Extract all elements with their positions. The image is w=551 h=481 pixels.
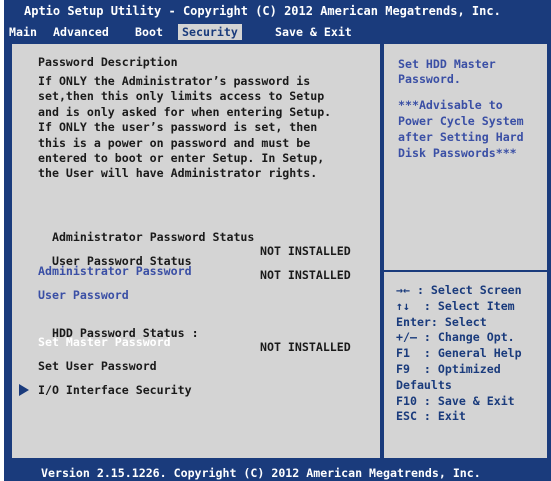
description-body: If ONLY the Administrator’s password is … <box>38 74 332 181</box>
tab-main[interactable]: Main <box>9 25 37 39</box>
administrator-password-item[interactable]: Administrator Password <box>38 264 192 278</box>
set-master-password-item[interactable]: Set Master Password <box>38 335 171 349</box>
menu-bar: Main Advanced Boot Security Save & Exit <box>4 24 551 40</box>
tab-save-exit[interactable]: Save & Exit <box>275 25 352 39</box>
app-title: Aptio Setup Utility - Copyright (C) 2012… <box>4 0 551 24</box>
hdd-password-status-value: NOT INSTALLED <box>260 340 351 354</box>
tab-security[interactable]: Security <box>178 24 242 40</box>
user-password-item[interactable]: User Password <box>38 288 129 302</box>
tab-boot[interactable]: Boot <box>135 25 163 39</box>
tab-advanced[interactable]: Advanced <box>53 25 109 39</box>
set-user-password-item[interactable]: Set User Password <box>38 359 157 373</box>
admin-password-status-value: NOT INSTALLED <box>260 244 351 258</box>
help-advisory: ***Advisable to Power Cycle System after… <box>398 98 524 160</box>
help-text: Set HDD Master Password. <box>398 57 496 86</box>
io-interface-security-item[interactable]: I/O Interface Security <box>38 383 192 397</box>
submenu-arrow-icon <box>19 384 29 396</box>
description-title: Password Description <box>38 55 178 69</box>
user-password-status-value: NOT INSTALLED <box>260 268 351 282</box>
left-margin <box>0 0 4 481</box>
help-divider <box>384 270 547 272</box>
key-legend: →← : Select Screen ↑↓ : Select Item Ente… <box>396 283 522 424</box>
footer-version: Version 2.15.1226. Copyright (C) 2012 Am… <box>4 464 551 481</box>
